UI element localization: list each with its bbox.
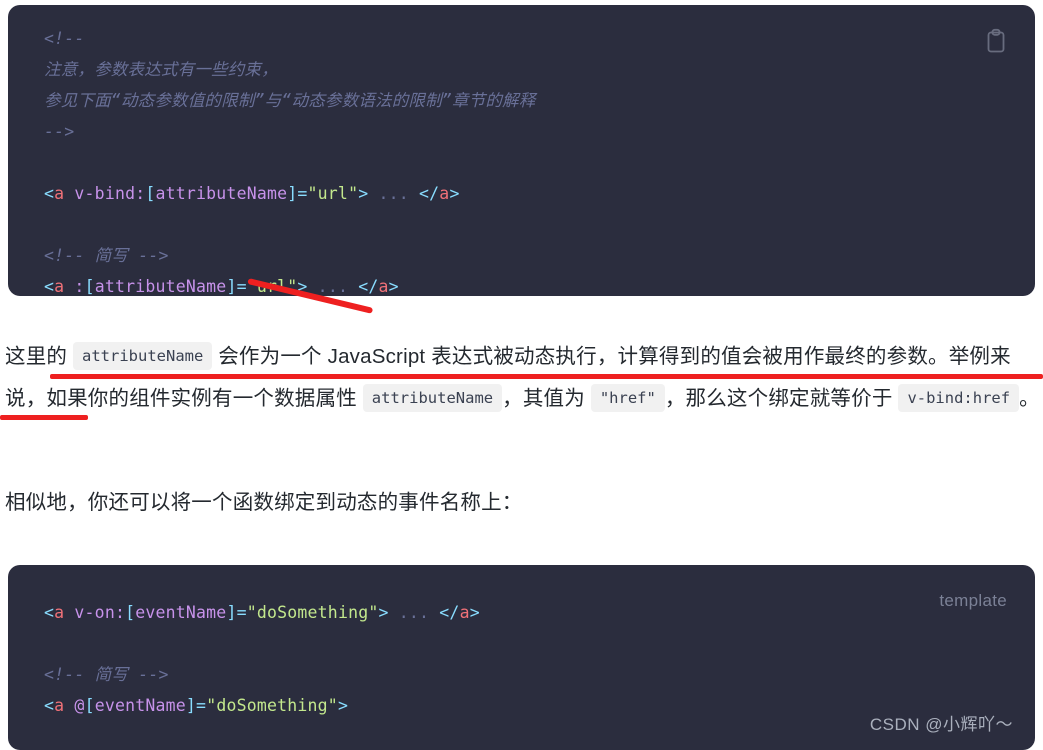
code-token-punct: ]= [226, 277, 247, 296]
code-token-punct: > [469, 603, 480, 622]
code-token-punct: </ [439, 603, 460, 622]
code-content[interactable]: <!-- 注意，参数表达式有一些约束， 参见下面“动态参数值的限制”与“动态参数语法… [8, 5, 1035, 296]
code-token-attr: v-on: [64, 603, 126, 622]
code-token-tag: a [54, 184, 65, 203]
inline-code-chip: attributeName [73, 342, 213, 370]
prose-text: ，其值为 [502, 387, 591, 410]
code-token-comment: <!-- 简写 --> [44, 246, 169, 265]
code-token-attr: eventName [94, 696, 186, 715]
code-line: <!-- [44, 23, 1009, 54]
document-page: <!-- 注意，参数表达式有一些约束， 参见下面“动态参数值的限制”与“动态参数语法… [0, 0, 1043, 750]
code-token-string: "url" [246, 277, 298, 296]
code-token-dots: ... [307, 277, 359, 296]
code-token-string: "doSomething" [206, 696, 338, 715]
code-language-label: template [939, 591, 1007, 610]
code-line: --> [44, 116, 1009, 147]
code-token-string: "doSomething" [246, 603, 379, 622]
code-token-attr: attributeName [94, 277, 227, 296]
code-token-punct: ]= [226, 603, 247, 622]
code-block-dynamic-event: <a v-on:[eventName]="doSomething"> ... <… [8, 565, 1035, 750]
code-token-punct: [ [84, 696, 95, 715]
code-token-punct: < [44, 184, 55, 203]
code-line: 注意，参数表达式有一些约束， [44, 54, 1009, 85]
code-line: <!-- 简写 --> [44, 240, 1009, 271]
code-token-punct: > [337, 696, 349, 715]
code-token-tag: a [459, 603, 470, 622]
code-token-punct: > [297, 277, 308, 296]
paragraph-dynamic-argument-explanation: 这里的 attributeName 会作为一个 JavaScript 表达式被动… [5, 336, 1043, 420]
code-token-punct: > [358, 184, 369, 203]
code-token-attr: : [64, 277, 85, 296]
code-token-string: "url" [307, 184, 359, 203]
clipboard-copy-icon[interactable] [985, 28, 1007, 54]
code-token-punct: < [44, 603, 55, 622]
code-token-punct: </ [419, 184, 440, 203]
code-token-punct: > [388, 277, 399, 296]
inline-code-chip: attributeName [362, 384, 503, 412]
code-token-attr: attributeName [155, 184, 288, 203]
paragraph-dynamic-event-intro: 相似地，你还可以将一个函数绑定到动态的事件名称上： [5, 482, 1043, 524]
code-token-dots: ... [368, 184, 420, 203]
code-line: 参见下面“动态参数值的限制”与“动态参数语法的限制”章节的解释 [44, 85, 1009, 116]
code-line: <a :[attributeName]="url"> ... </a> [44, 271, 1009, 296]
code-token-punct: > [378, 603, 389, 622]
code-token-comment: <!-- 简写 --> [44, 665, 169, 684]
code-token-comment: <!-- [44, 29, 85, 48]
code-token-tag: a [54, 603, 65, 622]
code-token-punct: < [44, 696, 55, 715]
code-token-attr: v-bind: [64, 184, 146, 203]
code-block-dynamic-argument: <!-- 注意，参数表达式有一些约束， 参见下面“动态参数值的限制”与“动态参数语法… [8, 5, 1035, 296]
code-token-comment: --> [44, 122, 75, 141]
code-token-punct: > [449, 184, 460, 203]
csdn-watermark: CSDN @小辉吖～ [869, 715, 1013, 734]
code-token-comment: 参见下面“动态参数值的限制”与“动态参数语法的限制”章节的解释 [44, 91, 536, 110]
code-token-punct: </ [358, 277, 379, 296]
code-token-comment: 注意，参数表达式有一些约束， [44, 60, 278, 79]
code-token-punct: [ [84, 277, 95, 296]
code-token-dots: ... [388, 603, 440, 622]
code-token-punct: ]= [185, 696, 207, 715]
inline-code-chip: v-bind:href [898, 384, 1020, 412]
prose-text: 这里的 [5, 345, 73, 368]
inline-code-chip: "href" [590, 384, 665, 412]
code-token-punct: [ [145, 184, 156, 203]
code-token-punct: [ [125, 603, 136, 622]
prose-text: 。 [1019, 387, 1040, 410]
code-token-punct: ]= [287, 184, 308, 203]
code-line: <a @[eventName]="doSomething"> [44, 690, 1009, 721]
prose-text: 相似地，你还可以将一个函数绑定到动态的事件名称上： [5, 491, 523, 514]
code-token-tag: a [378, 277, 389, 296]
code-token-attr: @ [64, 696, 85, 715]
code-line: <a v-on:[eventName]="doSomething"> ... <… [44, 597, 1009, 628]
code-token-attr: eventName [135, 603, 227, 622]
code-line: <a v-bind:[attributeName]="url"> ... </a… [44, 178, 1009, 209]
code-token-tag: a [54, 277, 65, 296]
prose-text: ，那么这个绑定就等价于 [664, 387, 899, 410]
code-token-tag: a [54, 696, 65, 715]
code-token-tag: a [439, 184, 450, 203]
code-token-punct: < [44, 277, 55, 296]
code-line: <!-- 简写 --> [44, 659, 1009, 690]
